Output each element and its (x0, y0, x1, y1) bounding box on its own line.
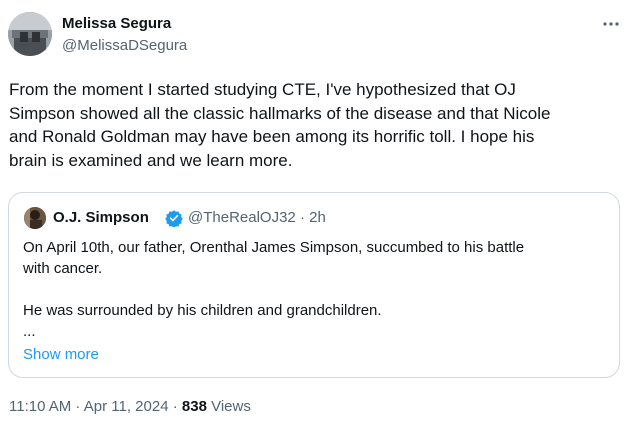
quote-tweet-text: On April 10th, our father, Orenthal Jame… (23, 239, 525, 340)
tweet: Melissa Segura @MelissaDSegura From the … (0, 0, 634, 429)
quote-tweet-card[interactable]: O.J. Simpson @TheRealOJ32 · 2h On April … (8, 192, 620, 378)
author-handle[interactable]: @MelissaDSegura (62, 37, 187, 54)
tweet-timestamp[interactable]: 11:10 AM · Apr 11, 2024 · (9, 398, 182, 415)
verified-badge-icon (165, 209, 183, 228)
more-horizontal-icon (603, 22, 619, 26)
tweet-text: From the moment I started studying CTE, … (9, 80, 551, 170)
quote-author-handle-time: @TheRealOJ32 · 2h (188, 209, 326, 226)
quote-avatar-image (24, 207, 46, 229)
author-avatar-image (8, 12, 52, 56)
views-label: Views (206, 398, 251, 415)
quote-author-avatar (24, 207, 46, 229)
quote-author-name: O.J. Simpson (53, 209, 149, 226)
author-name[interactable]: Melissa Segura (62, 15, 171, 32)
views-count: 838 (181, 398, 207, 415)
show-more-link[interactable]: Show more (23, 346, 99, 363)
more-options-button[interactable] (598, 14, 624, 34)
tweet-metadata: 11:10 AM · Apr 11, 2024 · 838 Views (9, 398, 251, 415)
author-avatar[interactable] (8, 12, 52, 56)
